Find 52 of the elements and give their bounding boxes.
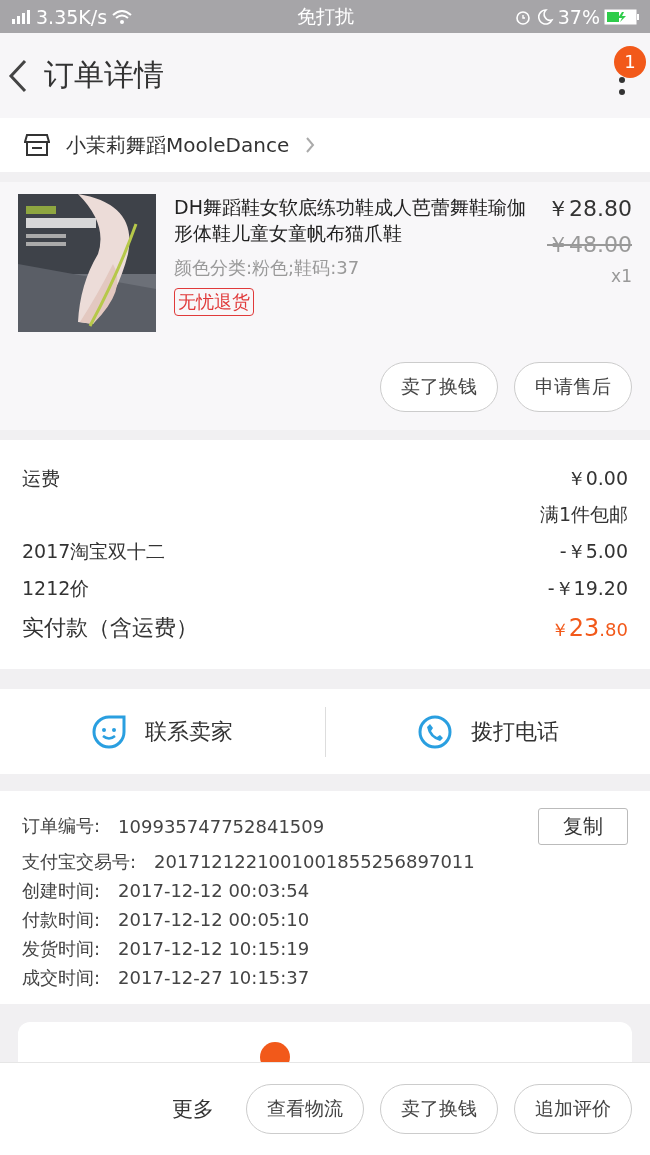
- signal-icon: [10, 8, 32, 25]
- info-value: 109935747752841509: [118, 815, 326, 837]
- info-value: 2017121221001001855256897011: [154, 851, 476, 872]
- smiley-icon: [91, 713, 128, 750]
- action-button[interactable]: 追加评价: [514, 1084, 632, 1134]
- contact-button[interactable]: 拨打电话: [325, 712, 650, 751]
- info-value: 2017-12-12 00:05:10: [118, 909, 311, 930]
- fee-value: -￥5.00: [559, 538, 628, 564]
- info-label: 发货时间:: [22, 936, 101, 961]
- action-button[interactable]: 申请售后: [514, 362, 632, 412]
- status-mode: 免打扰: [296, 3, 354, 29]
- total-value: ￥23.80: [550, 614, 628, 642]
- page-title: 订单详情: [44, 56, 165, 94]
- fee-label: 1212价: [22, 575, 90, 601]
- copy-button[interactable]: 复制: [538, 807, 628, 845]
- info-value: 2017-12-27 10:15:37: [118, 967, 311, 988]
- info-label: 支付宝交易号:: [22, 849, 137, 874]
- battery-percent: 37%: [557, 5, 600, 28]
- shop-row[interactable]: 小茉莉舞蹈MooleDance: [0, 118, 650, 172]
- moon-icon: [535, 7, 554, 26]
- total-label: 实付款（含运费）: [22, 614, 198, 642]
- fee-value: ￥0.00: [566, 465, 628, 491]
- product-price: ￥28.80: [547, 195, 632, 223]
- phone-icon: [416, 713, 453, 750]
- info-label: 付款时间:: [22, 907, 101, 932]
- notification-badge: 1: [614, 45, 646, 78]
- action-button[interactable]: 卖了换钱: [380, 1084, 498, 1134]
- original-price: ￥48.00: [547, 231, 632, 259]
- more-link[interactable]: 更多: [172, 1095, 214, 1123]
- back-icon[interactable]: [8, 58, 28, 93]
- store-icon: [24, 133, 50, 157]
- network-speed: 3.35K/s: [36, 5, 108, 28]
- fee-label: 运费: [22, 465, 60, 491]
- action-button[interactable]: 查看物流: [246, 1084, 364, 1134]
- info-label: 成交时间:: [22, 965, 101, 990]
- fee-label: 2017淘宝双十二: [22, 538, 166, 564]
- product-variant: 颜色分类:粉色;鞋码:37: [174, 256, 360, 280]
- info-label: 订单编号:: [22, 814, 101, 838]
- quantity: x1: [611, 266, 632, 286]
- fee-value: 满1件包邮: [539, 502, 628, 527]
- info-label: 创建时间:: [22, 878, 101, 903]
- product-title[interactable]: DH舞蹈鞋女软底练功鞋成人芭蕾舞鞋瑜伽形体鞋儿童女童帆布猫爪鞋: [174, 194, 529, 246]
- info-value: 2017-12-12 10:15:19: [118, 938, 311, 959]
- action-button[interactable]: 卖了换钱: [380, 362, 498, 412]
- contact-button[interactable]: 联系卖家: [0, 712, 325, 751]
- chevron-right-icon: [305, 136, 316, 154]
- fee-value: -￥19.20: [547, 575, 628, 601]
- info-value: 2017-12-12 00:03:54: [118, 880, 311, 901]
- shop-name: 小茉莉舞蹈MooleDance: [66, 131, 290, 159]
- battery-icon: [604, 7, 640, 26]
- return-tag: 无忧退货: [174, 288, 254, 316]
- wifi-icon: [111, 8, 134, 25]
